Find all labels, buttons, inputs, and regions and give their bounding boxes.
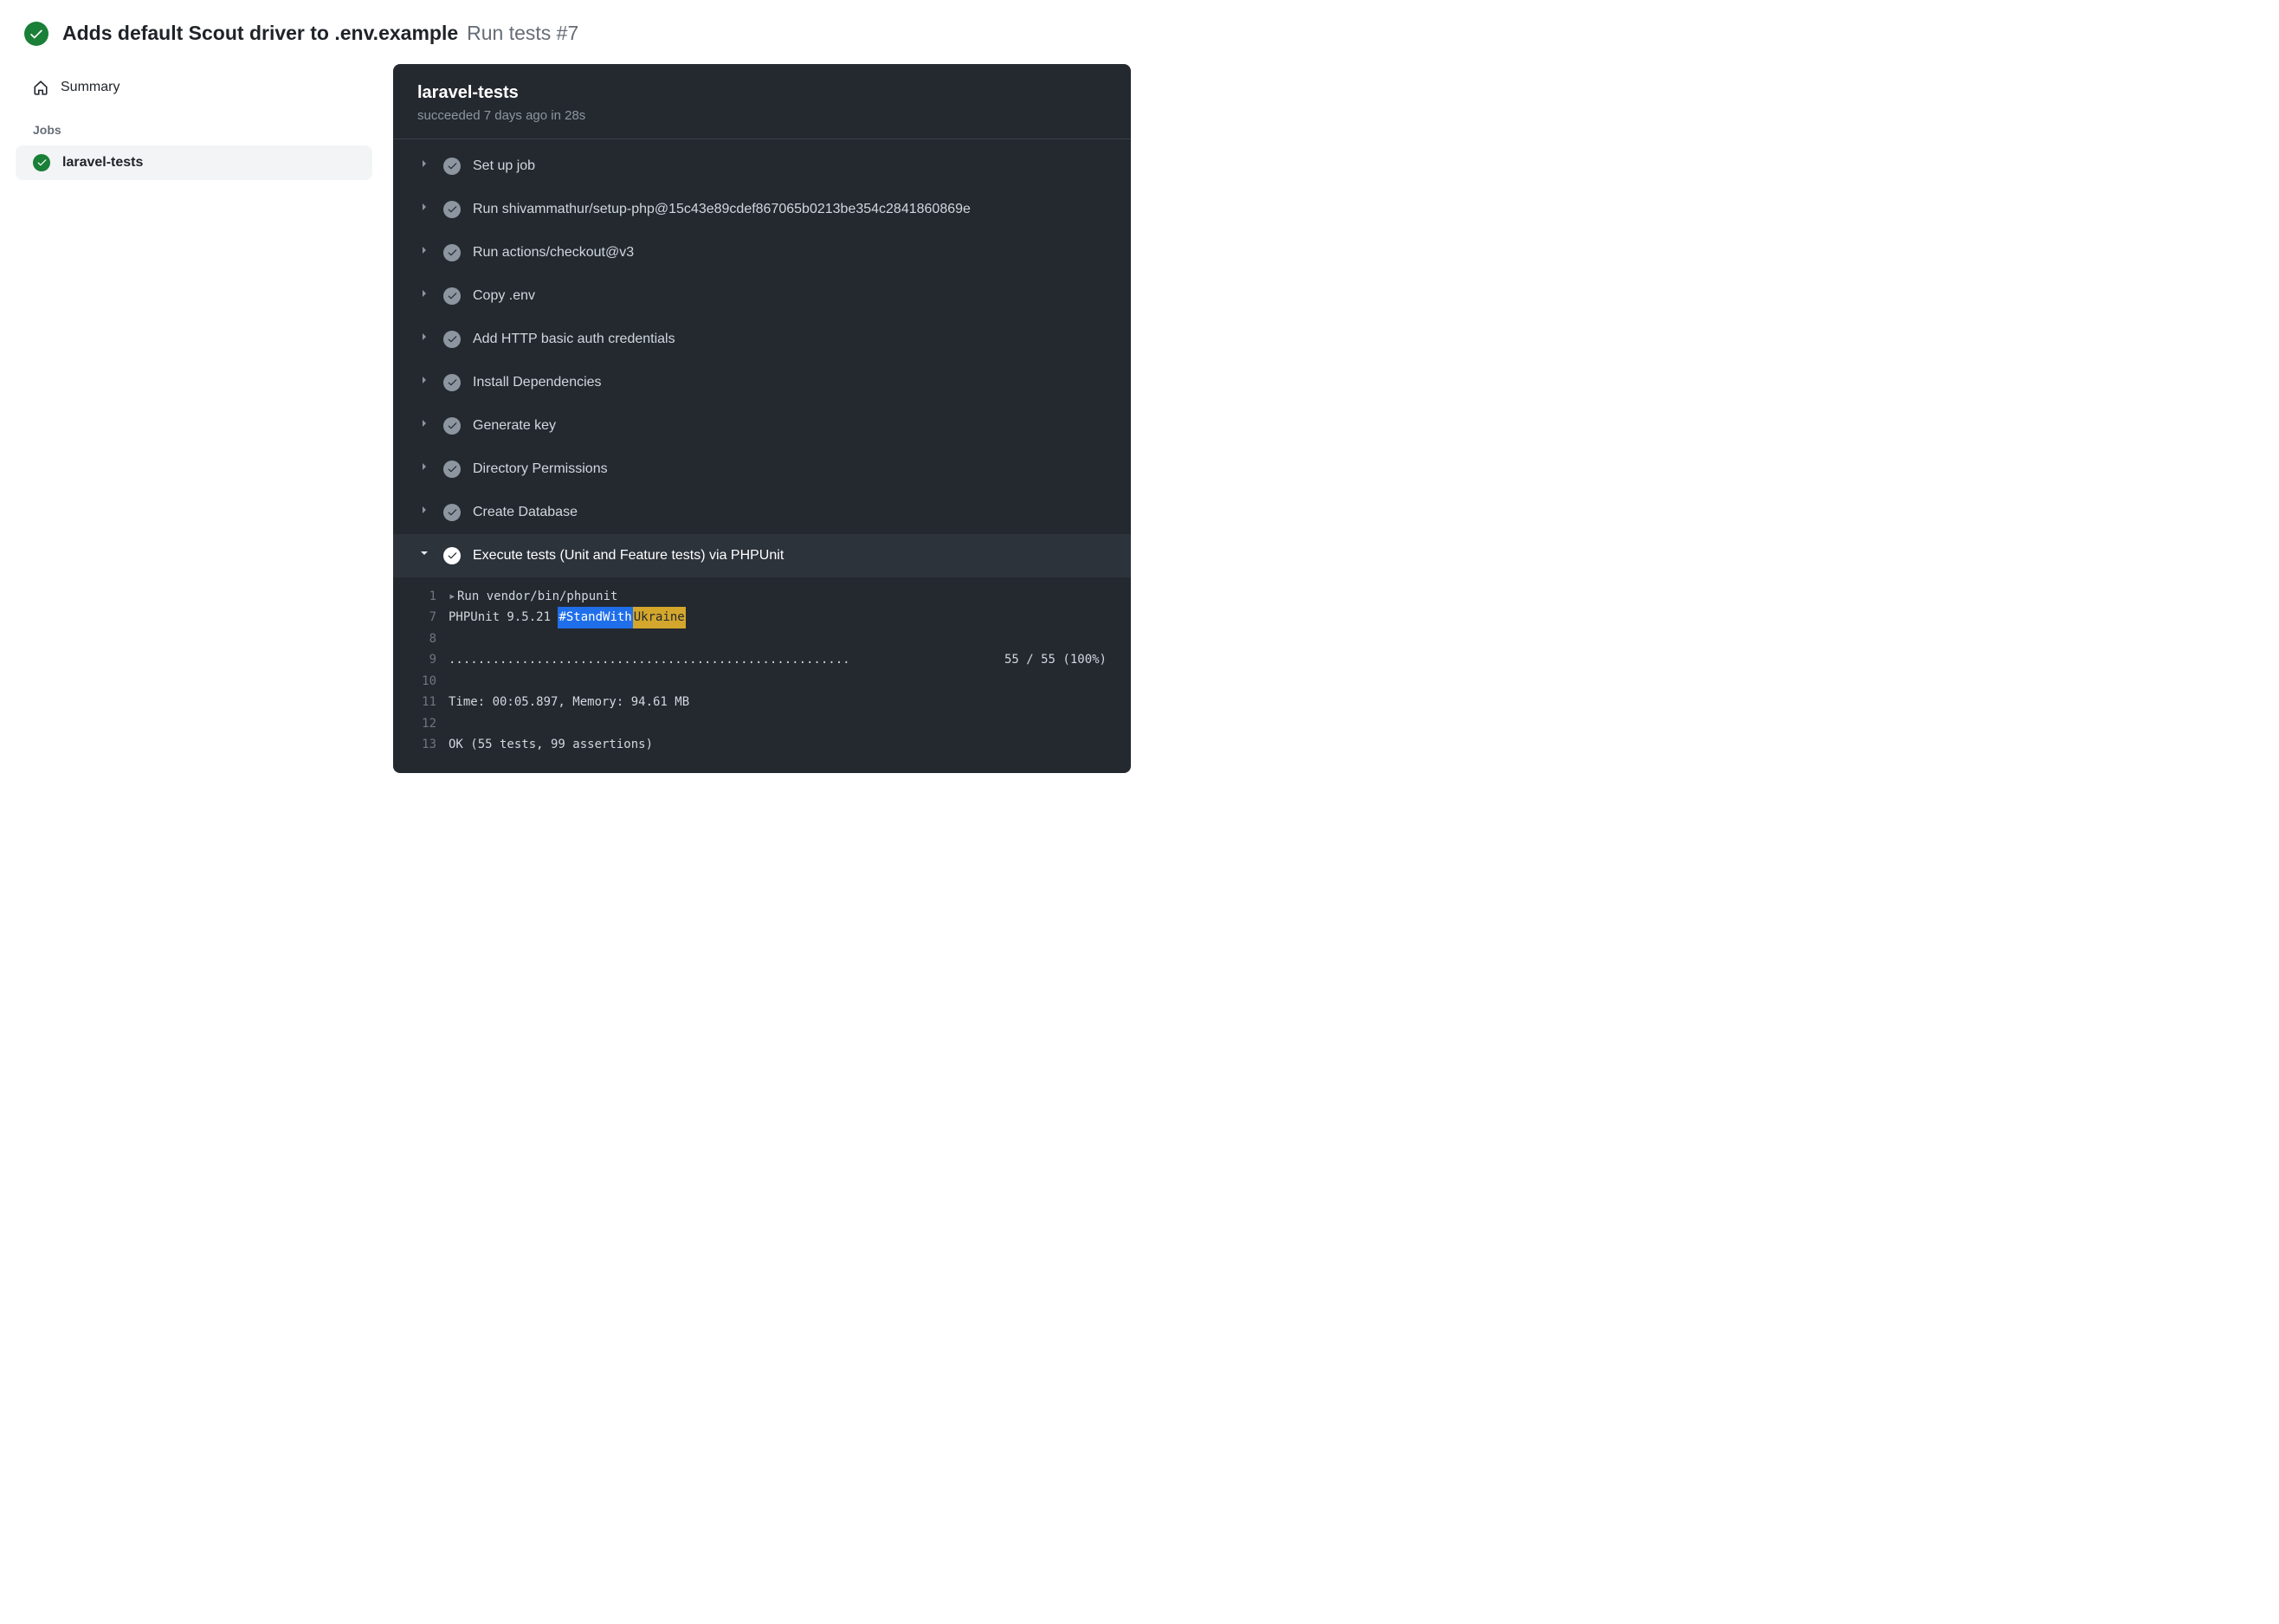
log-line: 9.......................................…: [417, 649, 1107, 671]
chevron-right-icon: [417, 373, 431, 391]
log-line-number: 13: [417, 734, 449, 756]
success-check-icon: [443, 374, 461, 391]
step-row[interactable]: Execute tests (Unit and Feature tests) v…: [393, 534, 1131, 577]
success-check-icon: [24, 22, 48, 46]
success-check-icon: [443, 201, 461, 218]
log-output: 1▸Run vendor/bin/phpunit7PHPUnit 9.5.21 …: [393, 577, 1131, 773]
log-line-number: 7: [417, 607, 449, 628]
chevron-down-icon: [417, 546, 431, 564]
workflow-run-name[interactable]: Run tests #7: [467, 21, 578, 47]
workflow-title[interactable]: Adds default Scout driver to .env.exampl…: [62, 21, 458, 47]
step-label: Add HTTP basic auth credentials: [473, 332, 675, 347]
home-icon: [33, 80, 48, 95]
log-line-text: [449, 628, 1107, 650]
log-line-text: OK (55 tests, 99 assertions): [449, 734, 1107, 756]
success-check-icon: [443, 417, 461, 435]
chevron-right-icon: [417, 243, 431, 261]
log-line: 1▸Run vendor/bin/phpunit: [417, 586, 1107, 608]
step-label: Create Database: [473, 505, 578, 520]
sidebar-summary-label: Summary: [61, 80, 119, 95]
chevron-right-icon: [417, 157, 431, 175]
log-line: 13OK (55 tests, 99 assertions): [417, 734, 1107, 756]
step-row[interactable]: Install Dependencies: [393, 361, 1131, 404]
success-check-icon: [33, 154, 50, 171]
sidebar-job-laravel-tests[interactable]: laravel-tests: [16, 145, 372, 180]
log-line: 7PHPUnit 9.5.21 #StandWithUkraine: [417, 607, 1107, 628]
log-panel: laravel-tests succeeded 7 days ago in 28…: [393, 64, 1131, 773]
log-line-number: 10: [417, 671, 449, 693]
step-row[interactable]: Run actions/checkout@v3: [393, 231, 1131, 274]
log-line-text: ........................................…: [449, 649, 1107, 671]
panel-title: laravel-tests: [417, 83, 1107, 103]
step-row[interactable]: Generate key: [393, 404, 1131, 448]
step-row[interactable]: Create Database: [393, 491, 1131, 534]
sidebar-job-label: laravel-tests: [62, 155, 143, 171]
step-label: Run shivammathur/setup-php@15c43e89cdef8…: [473, 202, 971, 217]
log-line: 8: [417, 628, 1107, 650]
workflow-header: Adds default Scout driver to .env.exampl…: [0, 0, 1140, 64]
log-line-number: 11: [417, 692, 449, 713]
log-line-text: ▸Run vendor/bin/phpunit: [449, 586, 1107, 608]
log-line: 11Time: 00:05.897, Memory: 94.61 MB: [417, 692, 1107, 713]
log-line-number: 9: [417, 649, 449, 671]
step-label: Execute tests (Unit and Feature tests) v…: [473, 548, 784, 564]
chevron-right-icon: [417, 330, 431, 348]
log-line-text: Time: 00:05.897, Memory: 94.61 MB: [449, 692, 1107, 713]
chevron-right-icon: [417, 200, 431, 218]
jobs-heading: Jobs: [16, 104, 372, 145]
log-line: 12: [417, 713, 1107, 735]
success-check-icon: [443, 158, 461, 175]
step-label: Copy .env: [473, 288, 535, 304]
step-label: Set up job: [473, 158, 535, 174]
step-row[interactable]: Directory Permissions: [393, 448, 1131, 491]
step-label: Install Dependencies: [473, 375, 602, 390]
success-check-icon: [443, 461, 461, 478]
chevron-right-icon: [417, 287, 431, 305]
success-check-icon: [443, 331, 461, 348]
sidebar-summary[interactable]: Summary: [16, 71, 372, 104]
step-row[interactable]: Copy .env: [393, 274, 1131, 318]
step-row[interactable]: Add HTTP basic auth credentials: [393, 318, 1131, 361]
step-label: Generate key: [473, 418, 556, 434]
success-check-icon: [443, 547, 461, 564]
chevron-right-icon: [417, 416, 431, 435]
log-line-text: [449, 713, 1107, 735]
step-row[interactable]: Set up job: [393, 145, 1131, 188]
log-line-number: 8: [417, 628, 449, 650]
success-check-icon: [443, 244, 461, 261]
step-row[interactable]: Run shivammathur/setup-php@15c43e89cdef8…: [393, 188, 1131, 231]
sidebar: Summary Jobs laravel-tests: [9, 64, 372, 773]
chevron-right-icon: [417, 460, 431, 478]
log-line-text: [449, 671, 1107, 693]
success-check-icon: [443, 287, 461, 305]
step-label: Run actions/checkout@v3: [473, 245, 634, 261]
panel-meta: succeeded 7 days ago in 28s: [417, 108, 1107, 123]
log-line-number: 12: [417, 713, 449, 735]
step-label: Directory Permissions: [473, 461, 608, 477]
log-line: 10: [417, 671, 1107, 693]
chevron-right-icon: [417, 503, 431, 521]
success-check-icon: [443, 504, 461, 521]
log-line-text: PHPUnit 9.5.21 #StandWithUkraine: [449, 607, 1107, 628]
log-line-number: 1: [417, 586, 449, 608]
